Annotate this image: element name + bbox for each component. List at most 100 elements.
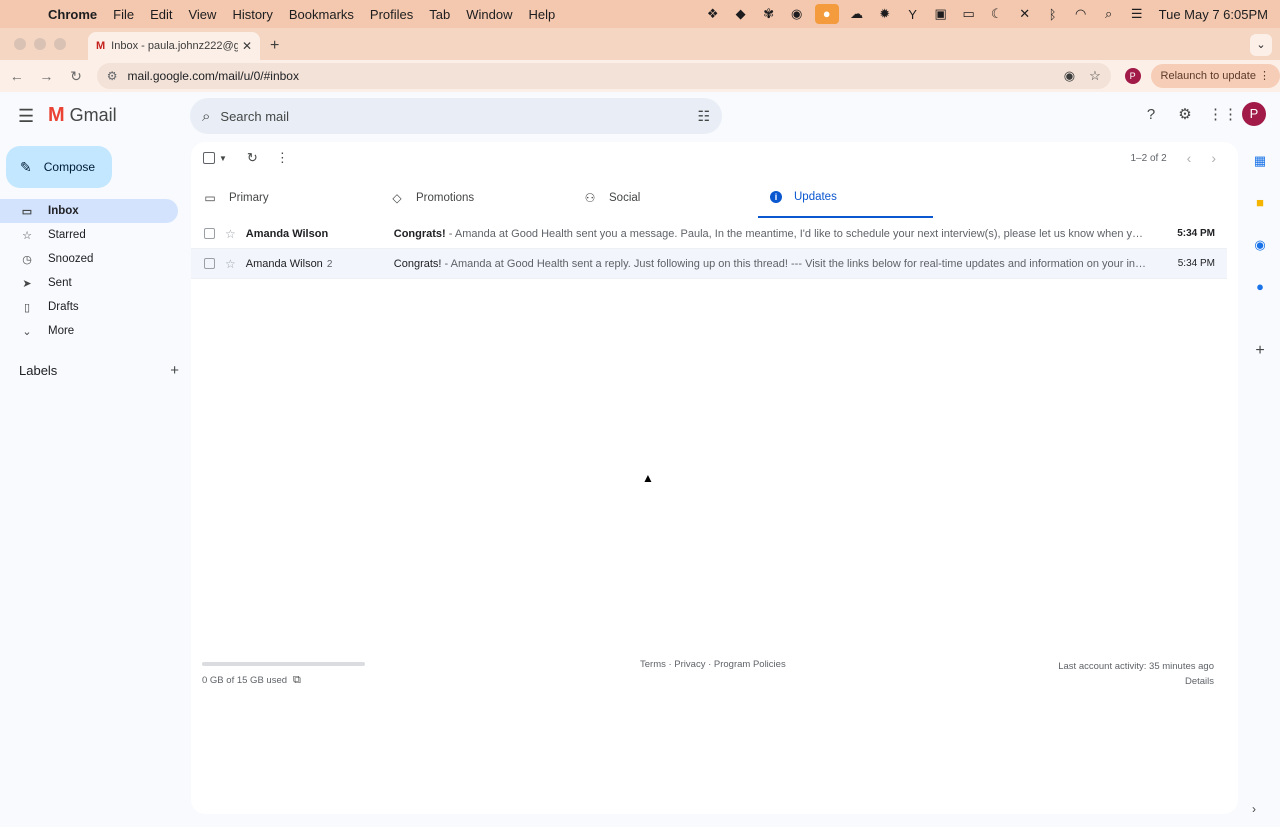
browser-tab-gmail[interactable]: M Inbox - paula.johnz222@gmail ✕ — [88, 32, 260, 60]
nav-item-sent[interactable]: ➤ Sent — [0, 271, 178, 295]
zoom-window-button[interactable] — [54, 38, 66, 50]
cloud-icon[interactable]: ☁ — [843, 6, 871, 22]
tag-icon: ◇ — [392, 191, 402, 205]
newer-page-icon[interactable]: ‹ — [1187, 150, 1192, 166]
help-icon[interactable]: ? — [1140, 106, 1162, 123]
menu-edit[interactable]: Edit — [142, 7, 180, 22]
control-center-icon[interactable]: ☰ — [1123, 6, 1151, 22]
header-actions: ? ⚙ ⋮⋮ P — [1140, 102, 1266, 126]
policy-links[interactable]: Terms · Privacy · Program Policies — [640, 659, 786, 670]
add-addon-icon[interactable]: + — [1240, 334, 1280, 376]
compose-label: Compose — [43, 160, 96, 174]
menubar-clock[interactable]: Tue May 7 6:05PM — [1159, 7, 1268, 22]
more-options-icon[interactable]: ⋮ — [276, 150, 289, 166]
main-menu-icon[interactable]: ☰ — [18, 106, 34, 127]
keep-icon[interactable]: ■ — [1240, 186, 1280, 228]
grammarly-icon[interactable]: ◉ — [783, 6, 811, 22]
wifi-icon[interactable]: ◠ — [1067, 6, 1095, 22]
app-status-icon[interactable]: ◆ — [727, 6, 755, 22]
search-input[interactable]: Search mail — [220, 109, 697, 124]
tasks-icon[interactable]: ◉ — [1240, 228, 1280, 270]
fork-icon[interactable]: Y — [899, 7, 927, 22]
browser-profile-avatar[interactable]: P — [1124, 68, 1141, 84]
clock-icon: ◷ — [22, 253, 32, 266]
tab-primary[interactable]: ▭ Primary — [191, 178, 378, 218]
nav-item-snoozed[interactable]: ◷ Snoozed — [0, 247, 178, 271]
email-row[interactable]: ☆ Amanda Wilson Congrats! - Amanda at Go… — [191, 219, 1227, 249]
storage-info: 0 GB of 15 GB used ⧉ — [202, 674, 301, 687]
mute-icon[interactable]: ✕ — [1011, 6, 1039, 22]
menu-history[interactable]: History — [224, 7, 280, 22]
nav-item-label: Starred — [48, 229, 86, 241]
nav-item-more[interactable]: ⌄ More — [0, 319, 178, 343]
address-url[interactable]: mail.google.com/mail/u/0/#inbox — [128, 69, 1050, 83]
menu-view[interactable]: View — [180, 7, 224, 22]
tab-close-icon[interactable]: ✕ — [242, 39, 252, 53]
new-tab-button[interactable]: + — [270, 32, 279, 60]
window-controls — [0, 28, 80, 60]
star-icon[interactable]: ☆ — [225, 257, 236, 271]
older-page-icon[interactable]: › — [1211, 150, 1216, 166]
menu-file[interactable]: File — [105, 7, 142, 22]
search-icon[interactable]: ⌕ — [202, 108, 210, 125]
close-window-button[interactable] — [14, 38, 26, 50]
relaunch-button[interactable]: Relaunch to update ⋮ — [1150, 64, 1280, 88]
details-link[interactable]: Details — [1058, 674, 1214, 689]
search-options-icon[interactable]: ☷ — [697, 108, 710, 125]
expand-side-panel-icon[interactable]: › — [1252, 802, 1256, 816]
tab-updates[interactable]: i Updates — [758, 178, 933, 218]
account-avatar[interactable]: P — [1242, 102, 1266, 126]
row-checkbox[interactable] — [204, 228, 215, 239]
menu-bookmarks[interactable]: Bookmarks — [281, 7, 362, 22]
sender-name: Amanda Wilson — [245, 227, 329, 240]
dropbox-icon[interactable]: ❖ — [699, 6, 727, 22]
menu-app-chrome[interactable]: Chrome — [40, 7, 105, 22]
storage-usage-bar — [202, 662, 365, 666]
butterfly-icon[interactable]: ✾ — [755, 6, 783, 22]
nav-item-starred[interactable]: ☆ Starred — [0, 223, 178, 247]
select-all-checkbox[interactable] — [203, 152, 215, 164]
forward-button[interactable]: → — [34, 68, 60, 84]
settings-gear-status-icon[interactable]: ✹ — [871, 6, 899, 22]
battery-icon[interactable]: ▭ — [955, 6, 983, 22]
refresh-icon[interactable]: ↻ — [247, 150, 258, 166]
add-label-icon[interactable]: + — [170, 362, 179, 379]
clipboard-icon[interactable]: ▣ — [927, 6, 955, 22]
address-bar[interactable]: ⚙ mail.google.com/mail/u/0/#inbox ◉ ☆ — [96, 63, 1111, 89]
tab-promotions[interactable]: ◇ Promotions — [378, 178, 571, 218]
compose-button[interactable]: ✎ Compose — [6, 146, 112, 188]
bookmark-star-icon[interactable]: ☆ — [1089, 68, 1101, 84]
row-checkbox[interactable] — [204, 258, 215, 269]
nav-item-inbox[interactable]: ▭ Inbox — [0, 199, 178, 223]
spotlight-search-icon[interactable]: ⌕ — [1095, 6, 1123, 22]
minimize-window-button[interactable] — [34, 38, 46, 50]
pencil-icon: ✎ — [20, 158, 32, 175]
reload-button[interactable]: ↻ — [63, 68, 89, 85]
chevron-down-icon: ⌄ — [22, 325, 32, 338]
tab-search-button[interactable]: ⌄ — [1250, 34, 1272, 56]
site-info-icon[interactable]: ⚙ — [107, 69, 118, 83]
apps-grid-icon[interactable]: ⋮⋮ — [1208, 105, 1238, 123]
contacts-icon[interactable]: ● — [1240, 270, 1280, 312]
back-button[interactable]: ← — [4, 68, 30, 84]
menu-tab[interactable]: Tab — [421, 7, 458, 22]
menu-profiles[interactable]: Profiles — [362, 7, 421, 22]
tab-social[interactable]: ⚇ Social — [571, 178, 758, 218]
nav-item-drafts[interactable]: ▯ Drafts — [0, 295, 178, 319]
calendar-icon[interactable]: ▦ — [1240, 144, 1280, 186]
star-icon[interactable]: ☆ — [225, 227, 236, 241]
microphone-icon[interactable]: ● — [814, 4, 839, 24]
last-activity-text: Last account activity: 35 minutes ago — [1058, 661, 1214, 672]
select-dropdown-icon[interactable]: ▼ — [219, 154, 227, 163]
tracking-protection-icon[interactable]: ◉ — [1064, 68, 1075, 84]
settings-icon[interactable]: ⚙ — [1174, 105, 1196, 123]
gmail-logo[interactable]: M Gmail — [48, 104, 117, 127]
gmail-app: ☰ M Gmail ⌕ Search mail ☷ ? ⚙ ⋮⋮ P ✎ Com… — [0, 92, 1280, 827]
menu-help[interactable]: Help — [521, 7, 564, 22]
email-row[interactable]: ☆ Amanda Wilson 2 Congrats! - Amanda at G… — [191, 249, 1227, 279]
menu-window[interactable]: Window — [458, 7, 520, 22]
external-link-icon[interactable]: ⧉ — [293, 674, 301, 687]
moon-icon[interactable]: ☾ — [983, 6, 1011, 22]
bluetooth-icon[interactable]: ᛒ — [1039, 7, 1067, 22]
search-bar[interactable]: ⌕ Search mail ☷ — [190, 98, 722, 134]
